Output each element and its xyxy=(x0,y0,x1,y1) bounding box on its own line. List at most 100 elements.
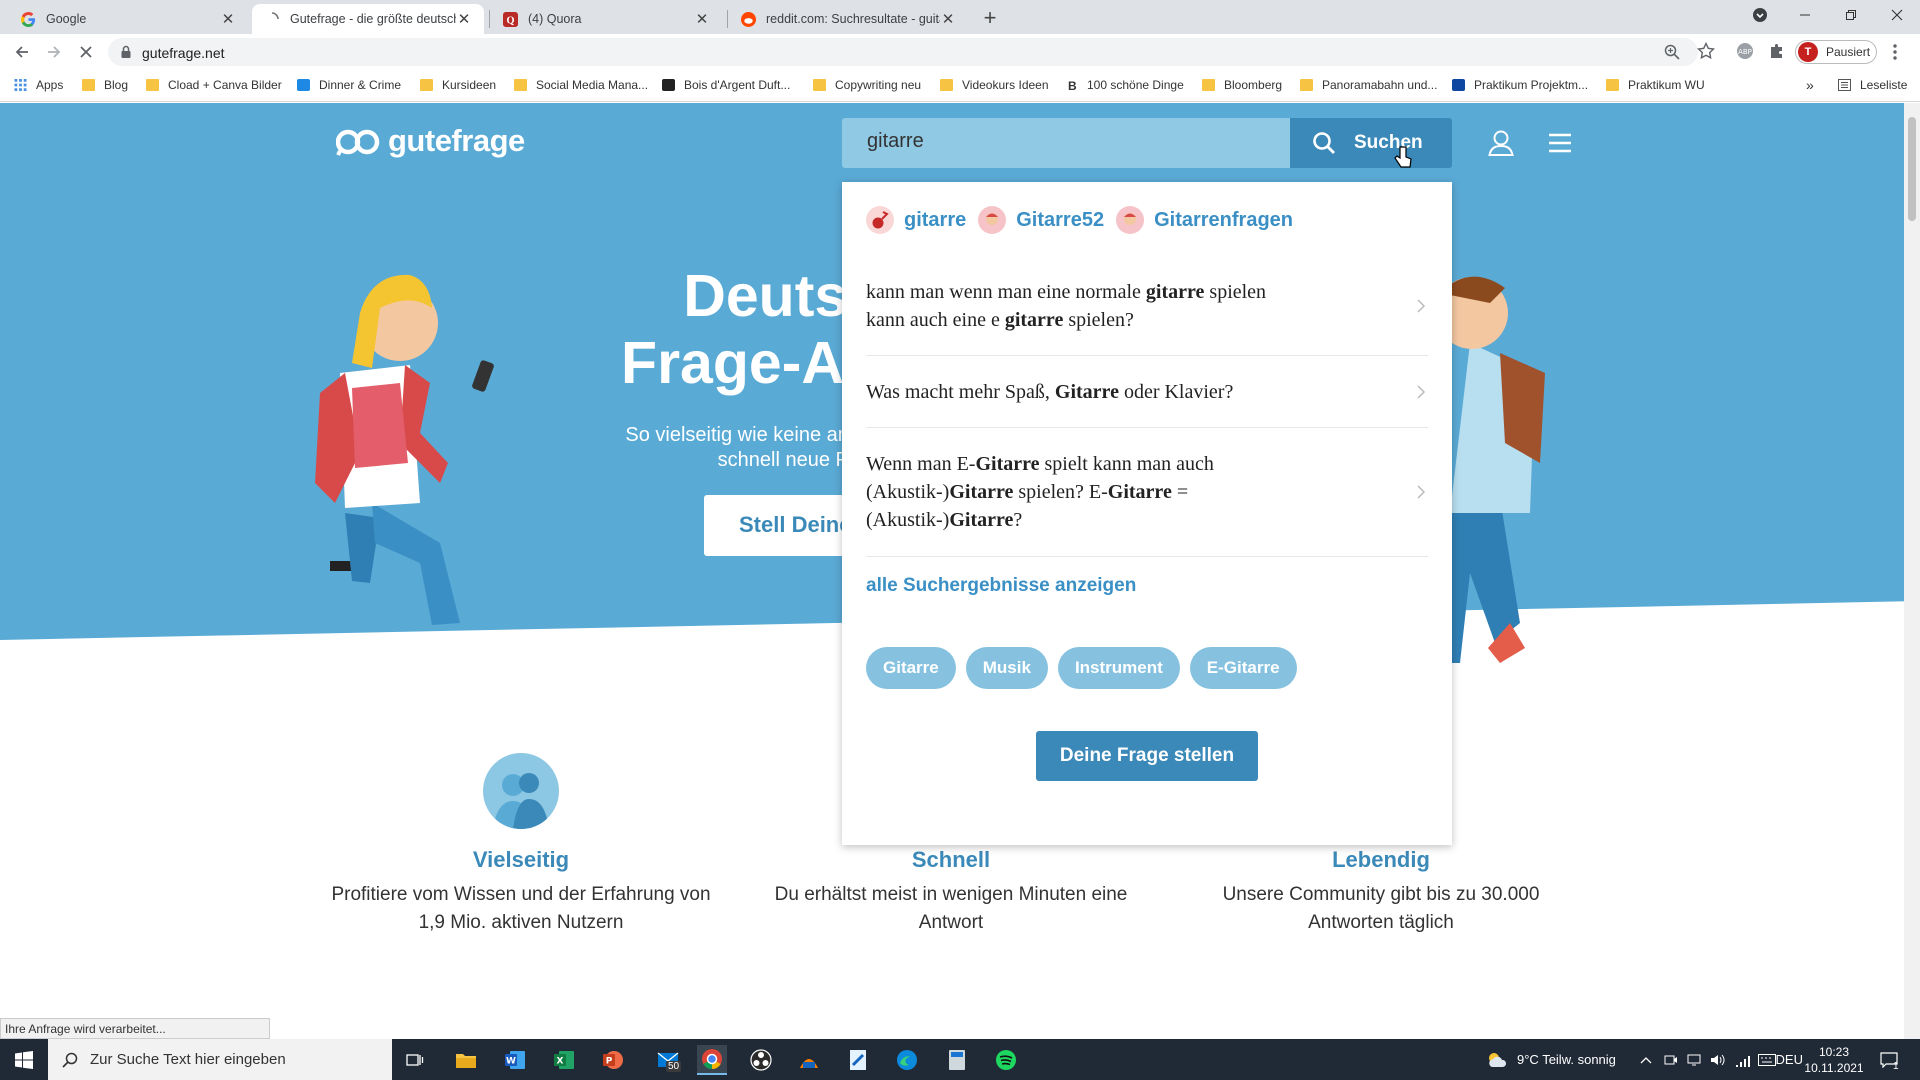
text-part: Wenn man E- xyxy=(866,453,976,475)
search-field[interactable] xyxy=(842,118,1290,168)
site-favicon-icon xyxy=(662,79,675,91)
more-menu-icon[interactable] xyxy=(1892,43,1898,61)
tag-suggestion[interactable]: gitarre xyxy=(866,206,966,234)
bookmark-praktikum-projekt[interactable]: Praktikum Projektm... xyxy=(1452,78,1588,92)
close-icon[interactable]: ✕ xyxy=(456,11,472,28)
tag-suggestion[interactable]: Gitarre52 xyxy=(978,206,1104,234)
minimize-icon[interactable] xyxy=(1790,0,1820,30)
scrollbar-thumb[interactable] xyxy=(1908,117,1916,221)
edge-icon[interactable] xyxy=(892,1045,922,1075)
bookmark-label: Videokurs Ideen xyxy=(962,78,1049,92)
folder-icon xyxy=(813,79,826,91)
bookmark-social[interactable]: Social Media Mana... xyxy=(514,78,648,92)
topic-chip[interactable]: E-Gitarre xyxy=(1189,647,1297,689)
logo-icon xyxy=(336,129,380,156)
folder-icon xyxy=(514,79,527,91)
suggestion-item[interactable]: Wenn man E-Gitarre spielt kann man auch … xyxy=(866,450,1426,534)
language-indicator[interactable]: DEU xyxy=(1773,1039,1803,1080)
hamburger-menu-icon[interactable] xyxy=(1548,133,1572,153)
text-part: spielen? xyxy=(1063,309,1134,331)
meet-now-icon[interactable] xyxy=(1664,1039,1678,1080)
app-icon[interactable] xyxy=(794,1045,824,1075)
editor-app-icon[interactable] xyxy=(843,1045,873,1075)
chrome-icon[interactable] xyxy=(697,1045,727,1075)
tab-search-icon[interactable] xyxy=(1748,0,1772,30)
gutefrage-logo[interactable]: gutefrage xyxy=(336,123,525,159)
taskbar-search-input[interactable]: Zur Suche Text hier eingeben xyxy=(48,1039,392,1080)
forward-icon[interactable] xyxy=(40,38,68,66)
text-part: oder Klavier? xyxy=(1118,381,1234,403)
highlight: Gitarre xyxy=(975,453,1040,475)
close-icon[interactable]: ✕ xyxy=(220,11,236,28)
notifications-icon[interactable]: 1 xyxy=(1880,1039,1906,1080)
address-bar[interactable]: gutefrage.net xyxy=(108,38,1698,66)
wifi-icon[interactable] xyxy=(1734,1039,1750,1080)
tray-overflow-icon[interactable] xyxy=(1640,1039,1652,1080)
weather-widget[interactable]: 9°C Teilw. sonnig xyxy=(1486,1039,1616,1080)
word-icon[interactable]: W xyxy=(500,1045,530,1075)
lock-icon[interactable] xyxy=(120,45,132,59)
powerpoint-icon[interactable]: P xyxy=(598,1045,628,1075)
search-input[interactable] xyxy=(867,130,1267,153)
obs-icon[interactable] xyxy=(746,1045,776,1075)
task-view-icon[interactable] xyxy=(400,1045,430,1075)
bookmark-cload[interactable]: Cload + Canva Bilder xyxy=(146,78,282,92)
file-explorer-icon[interactable] xyxy=(451,1045,481,1075)
bookmark-copywriting[interactable]: Copywriting neu xyxy=(813,78,921,92)
bookmark-bloomberg[interactable]: Bloomberg xyxy=(1202,78,1282,92)
bookmark-panorama[interactable]: Panoramabahn und... xyxy=(1300,78,1437,92)
bookmark-kursideen[interactable]: Kursideen xyxy=(420,78,496,92)
feature-title: Schnell xyxy=(911,847,991,872)
hero-cta-button[interactable]: Stell Deine xyxy=(704,495,864,556)
url-text[interactable]: gutefrage.net xyxy=(142,45,225,61)
bookmark-bois[interactable]: Bois d'Argent Duft... xyxy=(662,78,790,92)
bookmark-star-icon[interactable] xyxy=(1697,42,1715,60)
search-icon xyxy=(62,1052,78,1068)
close-icon[interactable]: ✕ xyxy=(694,11,710,28)
feature-text: Profitiere vom Wissen und der Erfahrung … xyxy=(306,881,736,937)
page-scrollbar[interactable] xyxy=(1904,103,1920,1039)
bookmark-blog[interactable]: Blog xyxy=(82,78,128,92)
user-icon[interactable] xyxy=(1488,130,1514,156)
bookmark-apps[interactable]: Apps xyxy=(14,78,63,92)
bookmark-videokurs[interactable]: Videokurs Ideen xyxy=(940,78,1049,92)
reading-list-button[interactable]: Leseliste xyxy=(1838,78,1907,92)
restore-icon[interactable] xyxy=(1836,0,1866,30)
tag-suggestion[interactable]: Gitarrenfragen xyxy=(1116,206,1293,234)
back-icon[interactable] xyxy=(8,38,36,66)
excel-icon[interactable]: X xyxy=(549,1045,579,1075)
suggestion-item[interactable]: Was macht mehr Spaß, Gitarre oder Klavie… xyxy=(866,378,1426,406)
extension-badge-icon[interactable]: ABP xyxy=(1736,42,1754,60)
network-icon[interactable] xyxy=(1686,1039,1702,1080)
mail-icon[interactable]: 50 xyxy=(650,1045,686,1075)
topic-chip[interactable]: Gitarre xyxy=(866,647,956,689)
tab-gutefrage[interactable]: Gutefrage - die größte deutschsp ✕ xyxy=(252,4,484,34)
stop-icon[interactable] xyxy=(72,38,100,66)
close-icon[interactable]: ✕ xyxy=(940,11,956,28)
clock[interactable]: 10:23 10.11.2021 xyxy=(1804,1039,1863,1080)
windows-start-icon[interactable] xyxy=(9,1045,39,1075)
calculator-icon[interactable] xyxy=(942,1045,972,1075)
text-part: = xyxy=(1171,481,1189,503)
search-button[interactable]: Suchen xyxy=(1290,118,1452,168)
bookmark-dinner[interactable]: Dinner & Crime xyxy=(297,78,401,92)
suggestion-item[interactable]: kann man wenn man eine normale gitarre s… xyxy=(866,278,1426,334)
close-window-icon[interactable] xyxy=(1882,0,1912,30)
hero-subtitle-line: schnell neue Pe xyxy=(717,449,860,471)
volume-icon[interactable] xyxy=(1710,1039,1726,1080)
bookmark-100[interactable]: B 100 schöne Dinge xyxy=(1068,78,1184,93)
new-tab-button[interactable]: + xyxy=(977,5,1003,30)
tab-reddit[interactable]: reddit.com: Suchresultate - guita ✕ xyxy=(728,4,968,34)
tab-quora[interactable]: Q (4) Quora ✕ xyxy=(490,4,722,34)
bookmark-praktikum-wu[interactable]: Praktikum WU xyxy=(1606,78,1705,92)
tab-google[interactable]: Google ✕ xyxy=(8,4,248,34)
all-results-link[interactable]: alle Suchergebnisse anzeigen xyxy=(866,575,1136,597)
spotify-icon[interactable] xyxy=(991,1045,1021,1075)
bookmarks-overflow-icon[interactable]: » xyxy=(1806,77,1814,93)
zoom-icon[interactable] xyxy=(1664,44,1680,60)
puzzle-extensions-icon[interactable] xyxy=(1768,42,1786,60)
topic-chip[interactable]: Instrument xyxy=(1057,647,1180,689)
profile-button[interactable]: T Pausiert xyxy=(1795,40,1877,64)
ask-question-button[interactable]: Deine Frage stellen xyxy=(1036,731,1258,781)
topic-chip[interactable]: Musik xyxy=(965,647,1048,689)
